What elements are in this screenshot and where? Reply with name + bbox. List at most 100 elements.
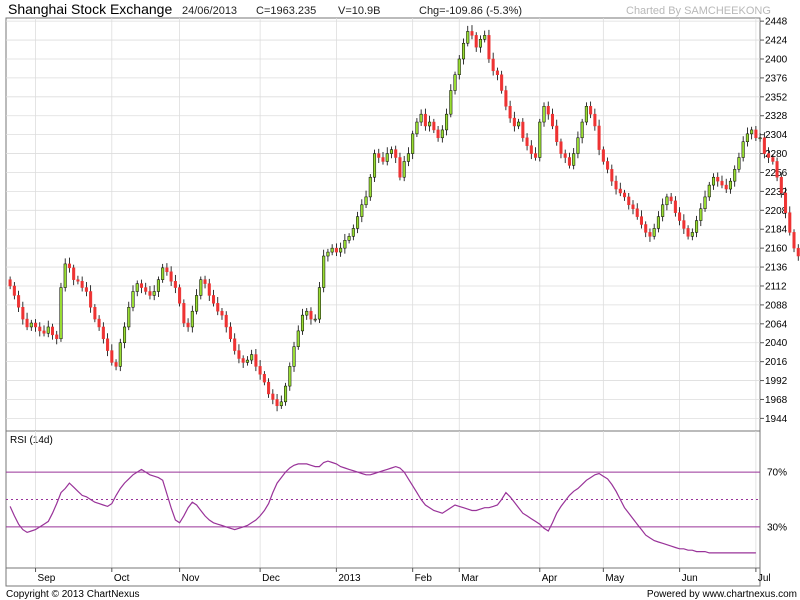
candle-down: [207, 283, 211, 296]
candle-down: [436, 129, 440, 139]
candle-up: [445, 113, 449, 131]
candle-down: [614, 180, 618, 190]
price-tick-label: 2376: [765, 73, 788, 84]
candle-up: [449, 90, 453, 115]
candle-down: [34, 322, 38, 328]
candle-up: [741, 141, 745, 158]
candle-down: [8, 279, 12, 287]
candle-up: [389, 149, 393, 154]
candle-down: [262, 374, 266, 383]
candle-down: [203, 279, 207, 284]
candle-down: [237, 350, 241, 359]
candle-up: [250, 354, 254, 361]
time-tick-label: Nov: [182, 573, 200, 584]
time-tick-label: Jun: [682, 573, 698, 584]
candle-down: [546, 106, 550, 115]
candle-up: [161, 267, 165, 280]
candle-up: [339, 247, 343, 253]
candle-up: [123, 326, 127, 343]
candle-down: [21, 307, 25, 320]
price-tick-label: 2328: [765, 111, 788, 122]
candle-down: [525, 137, 529, 146]
candle-down: [50, 326, 55, 336]
candle-down: [775, 161, 779, 178]
candle-up: [63, 263, 67, 288]
price-tick-label: 2112: [765, 281, 787, 292]
candle-up: [131, 291, 135, 308]
change-label: Chg=-109.86 (-5.3%): [419, 5, 522, 17]
candle-up: [695, 220, 699, 233]
price-tick-label: 2064: [765, 319, 788, 330]
candle-down: [610, 169, 614, 182]
candle-down: [178, 287, 182, 304]
price-tick-label: 2016: [765, 357, 788, 368]
candle-down: [631, 204, 635, 209]
candle-up: [690, 232, 694, 237]
candle-down: [144, 287, 148, 292]
candle-up: [440, 129, 444, 139]
rsi-title: RSI (14d): [10, 435, 53, 446]
stock-chart: Shanghai Stock Exchange 24/06/2013 C=196…: [5, 1, 800, 600]
candle-down: [474, 35, 478, 48]
copyright: Copyright © 2013 ChartNexus: [6, 589, 140, 600]
candle-up: [343, 240, 347, 249]
candle-down: [470, 31, 474, 36]
candle-up: [313, 318, 317, 321]
candle-down: [84, 287, 88, 292]
candle-up: [478, 39, 482, 48]
candle-up: [745, 133, 749, 142]
candle-down: [76, 279, 80, 282]
candle-down: [550, 113, 555, 127]
candle-up: [584, 106, 588, 123]
candle-down: [593, 113, 597, 127]
price-axis: 2448242424002376235223282304228022562232…: [760, 17, 788, 425]
candle-down: [648, 232, 652, 237]
candle-up: [360, 204, 364, 217]
time-tick-label: Feb: [415, 573, 433, 584]
candle-up: [288, 366, 292, 387]
candle-up: [703, 196, 707, 209]
candle-up: [135, 283, 139, 292]
price-tick-label: 2160: [765, 244, 788, 255]
candle-down: [220, 310, 224, 316]
candle-down: [589, 106, 593, 115]
candle-up: [46, 326, 50, 334]
close-label: C=1963.235: [256, 5, 316, 17]
candle-up: [652, 228, 656, 237]
candle-down: [771, 157, 775, 162]
candle-down: [423, 113, 427, 127]
candle-down: [114, 362, 118, 367]
time-tick-label: 2013: [338, 573, 361, 584]
volume-label: V=10.9B: [338, 5, 381, 17]
candle-up: [733, 169, 737, 182]
time-tick-label: Oct: [114, 573, 130, 584]
candle-down: [398, 157, 402, 178]
candle-down: [182, 303, 186, 324]
candle-up: [661, 204, 665, 217]
candle-up: [572, 153, 576, 166]
candle-up: [402, 161, 406, 178]
candle-down: [669, 196, 673, 202]
candle-down: [644, 224, 648, 233]
candle-up: [317, 287, 321, 320]
candle-down: [767, 153, 771, 158]
candle-down: [309, 310, 313, 320]
candle-down: [334, 247, 338, 253]
candle-up: [711, 176, 716, 186]
time-axis-ticks: Sep Oct Nov Dec 2013 Feb Mar Apr May Jun Jul: [35, 568, 771, 584]
candle-down: [432, 121, 436, 131]
candle-down: [12, 285, 16, 296]
candle-down: [623, 192, 627, 198]
candle-down: [796, 247, 800, 257]
price-tick-label: 2424: [765, 36, 788, 47]
candle-down: [567, 157, 571, 166]
candle-up: [373, 153, 377, 178]
candle-down: [271, 393, 275, 400]
candle-up: [59, 287, 63, 340]
candle-down: [254, 354, 258, 367]
rsi-line: [9, 460, 756, 554]
candle-down: [72, 267, 76, 280]
candle-down: [555, 125, 559, 142]
candle-down: [216, 303, 220, 312]
candle-down: [754, 129, 758, 139]
